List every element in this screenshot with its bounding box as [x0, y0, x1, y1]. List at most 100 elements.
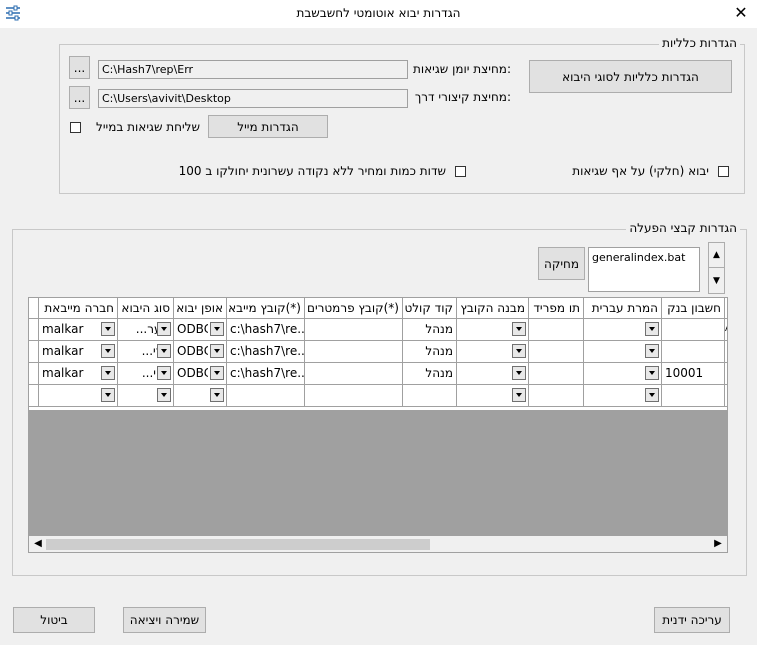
chevron-down-icon[interactable] [512, 344, 526, 358]
chevron-down-icon[interactable] [101, 388, 115, 402]
chevron-down-icon[interactable] [157, 366, 171, 380]
table-row-1-extra[interactable]: A [725, 319, 727, 341]
send-errors-checkbox[interactable] [70, 122, 81, 133]
chevron-down-icon[interactable] [210, 344, 224, 358]
row-selector[interactable] [29, 385, 39, 407]
table-row-1-hebrew-conversion[interactable] [584, 319, 662, 341]
chevron-down-icon[interactable] [157, 344, 171, 358]
column-header-import-file[interactable]: קובץ מייבא(*) [227, 298, 305, 319]
table-row-1-bank-account[interactable] [662, 319, 725, 341]
table-new-row-import-file[interactable] [227, 385, 305, 407]
table-new-row-file-structure[interactable] [457, 385, 529, 407]
table-row-1-input-code[interactable]: מנהל [403, 319, 457, 341]
batch-file-item[interactable]: generalindex.bat [592, 251, 685, 264]
table-row-3-import-file[interactable]: c:\hash7\re... [227, 363, 305, 385]
column-header-extra[interactable]: ס [725, 298, 727, 319]
table-new-row-extra[interactable] [725, 385, 727, 407]
column-header-company[interactable]: חברה מייבאת [39, 298, 118, 319]
table-new-row-input-code[interactable] [403, 385, 457, 407]
table-row-3-input-code[interactable]: מנהל [403, 363, 457, 385]
shortcut-folder-field[interactable]: C:\Users\avivit\Desktop [98, 89, 408, 108]
table-row-1-import-file[interactable]: c:\hash7\re... [227, 319, 305, 341]
table-new-row-import-method[interactable] [174, 385, 227, 407]
row-selector[interactable] [29, 341, 39, 363]
close-icon[interactable]: ✕ [730, 2, 752, 24]
column-header-input-code[interactable]: קוד קולט [403, 298, 457, 319]
table-row-3-separator[interactable] [529, 363, 584, 385]
column-header-import-type[interactable]: סוג היבוא [118, 298, 174, 319]
chevron-down-icon[interactable] [157, 322, 171, 336]
table-row-2-extra[interactable] [725, 341, 727, 363]
chevron-down-icon[interactable] [101, 322, 115, 336]
table-row-3-file-structure[interactable] [457, 363, 529, 385]
table-row-2-import-file[interactable]: c:\hash7\re... [227, 341, 305, 363]
table-row-2-separator[interactable] [529, 341, 584, 363]
error-log-browse-button[interactable]: ... [69, 56, 90, 79]
column-header-params-file[interactable]: קובץ פרמטרים(*) [305, 298, 403, 319]
row-selector[interactable] [29, 319, 39, 341]
arrow-up-icon[interactable]: ▲ [709, 243, 724, 268]
horizontal-scrollbar-thumb[interactable] [46, 539, 430, 550]
column-header-import-method[interactable]: אופן יבוא [174, 298, 227, 319]
save-exit-button[interactable]: שמירה ויציאה [123, 607, 206, 633]
batch-files-list[interactable]: generalindex.bat [588, 247, 700, 292]
table-row-2-bank-account[interactable] [662, 341, 725, 363]
table-new-row-hebrew-conversion[interactable] [584, 385, 662, 407]
table-new-row-separator[interactable] [529, 385, 584, 407]
reorder-spinner[interactable]: ▲ ▼ [708, 242, 725, 294]
table-row-1-params-file[interactable] [305, 319, 403, 341]
table-row-1-import-type[interactable]: שער... [118, 319, 174, 341]
table-row-1-company[interactable]: malkar [39, 319, 118, 341]
error-log-field[interactable]: C:\Hash7\rep\Err [98, 60, 408, 79]
delete-button[interactable]: מחיקה [538, 247, 585, 280]
table-new-row-params-file[interactable] [305, 385, 403, 407]
cancel-button[interactable]: ביטול [13, 607, 95, 633]
chevron-down-icon[interactable] [512, 366, 526, 380]
column-header-bank-account[interactable]: חשבון בנק [662, 298, 725, 319]
table-row-2-params-file[interactable] [305, 341, 403, 363]
chevron-right-icon[interactable]: ▶ [711, 536, 725, 552]
arrow-down-icon[interactable]: ▼ [709, 269, 724, 293]
chevron-down-icon[interactable] [512, 388, 526, 402]
table-row-3-import-type[interactable]: דפי... [118, 363, 174, 385]
chevron-down-icon[interactable] [645, 366, 659, 380]
table-new-row-company[interactable] [39, 385, 118, 407]
chevron-down-icon[interactable] [210, 366, 224, 380]
table-new-row-import-type[interactable] [118, 385, 174, 407]
table-row-1-file-structure[interactable] [457, 319, 529, 341]
import-types-settings-button[interactable]: הגדרות כלליות לסוגי היבוא [529, 60, 732, 93]
chevron-down-icon[interactable] [157, 388, 171, 402]
chevron-down-icon[interactable] [645, 344, 659, 358]
chevron-down-icon[interactable] [210, 322, 224, 336]
manual-edit-button[interactable]: עריכה ידנית [654, 607, 730, 633]
table-row-2-input-code[interactable]: מנהל [403, 341, 457, 363]
table-row-3-import-method[interactable]: ODBC [174, 363, 227, 385]
chevron-down-icon[interactable] [645, 322, 659, 336]
chevron-down-icon[interactable] [512, 322, 526, 336]
table-row-2-company[interactable]: malkar [39, 341, 118, 363]
row-selector[interactable] [29, 363, 39, 385]
table-row-2-import-type[interactable]: פרי... [118, 341, 174, 363]
table-row-3-hebrew-conversion[interactable] [584, 363, 662, 385]
table-row-3-company[interactable]: malkar [39, 363, 118, 385]
table-row-3-extra[interactable] [725, 363, 727, 385]
chevron-down-icon[interactable] [101, 366, 115, 380]
shortcut-browse-button[interactable]: ... [69, 86, 90, 109]
column-header-separator[interactable]: תו מפריד [529, 298, 584, 319]
table-row-2-file-structure[interactable] [457, 341, 529, 363]
mail-settings-button[interactable]: הגדרות מייל [208, 115, 328, 138]
chevron-down-icon[interactable] [645, 388, 659, 402]
partial-import-checkbox[interactable] [718, 166, 729, 177]
table-row-2-import-method[interactable]: ODBC [174, 341, 227, 363]
chevron-left-icon[interactable]: ◀ [31, 536, 45, 552]
table-row-3-params-file[interactable] [305, 363, 403, 385]
chevron-down-icon[interactable] [101, 344, 115, 358]
table-row-3-bank-account[interactable]: 10001 [662, 363, 725, 385]
column-header-file-structure[interactable]: מבנה הקובץ [457, 298, 529, 319]
table-row-2-hebrew-conversion[interactable] [584, 341, 662, 363]
chevron-down-icon[interactable] [210, 388, 224, 402]
table-row-1-import-method[interactable]: ODBC [174, 319, 227, 341]
column-header-hebrew-conversion[interactable]: המרת עברית [584, 298, 662, 319]
qty-price-checkbox[interactable] [455, 166, 466, 177]
table-new-row-bank-account[interactable] [662, 385, 725, 407]
